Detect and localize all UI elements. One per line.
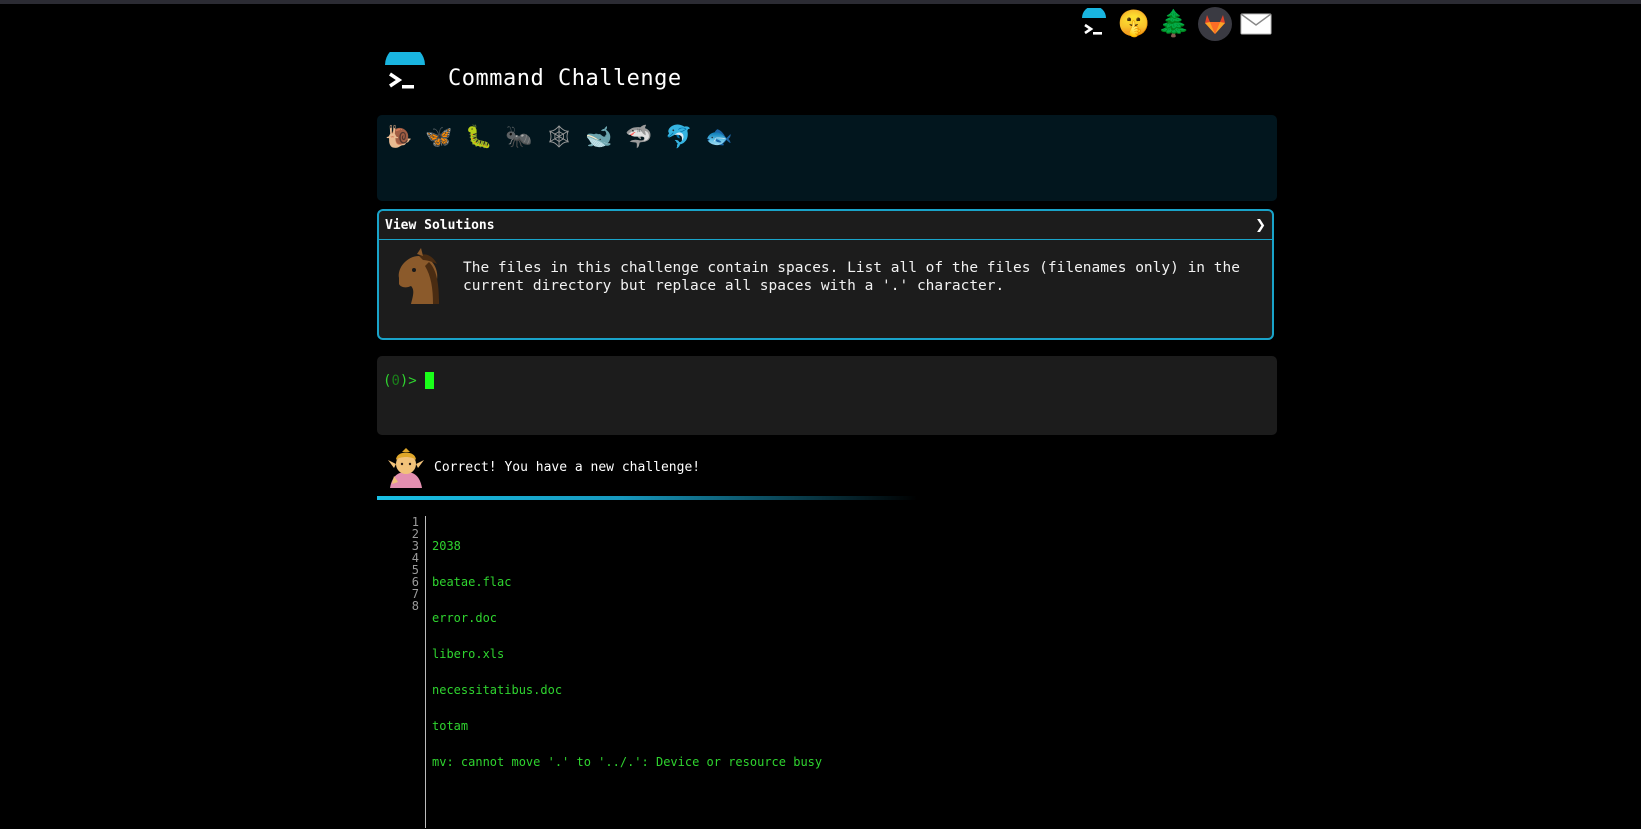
- feedback-message: Correct! You have a new challenge!: [434, 459, 701, 475]
- output-line: totam: [432, 719, 469, 733]
- gitlab-icon[interactable]: [1198, 7, 1232, 41]
- tree-icon[interactable]: 🌲: [1158, 6, 1190, 42]
- page-title: Command Challenge: [448, 66, 682, 91]
- view-solutions-toggle[interactable]: View Solutions ❯: [379, 211, 1272, 240]
- view-solutions-label: View Solutions: [385, 217, 495, 233]
- fish-icon[interactable]: 🐟: [703, 121, 735, 153]
- levels-panel: 🐌 🦋 🐛 🐜 🕸 🐋 🦈 🐬 🐟: [377, 115, 1277, 201]
- whale-icon[interactable]: 🐋: [583, 121, 615, 153]
- output-line: 2038: [432, 539, 461, 553]
- level-list: 🐌 🦋 🐛 🐜 🕸 🐋 🦈 🐬 🐟: [383, 121, 735, 153]
- divider: [377, 496, 917, 500]
- output-line: necessitatibus.doc: [432, 683, 563, 697]
- chevron-right-icon: ❯: [1255, 217, 1266, 233]
- output-line: mv: cannot move '.' to '../.': Device or…: [432, 755, 823, 769]
- line-number-gutter: 1 2 3 4 5 6 7 8: [405, 516, 426, 828]
- prompt-count: 0: [391, 372, 400, 389]
- caterpillar-icon[interactable]: 🐛: [463, 121, 495, 153]
- challenge-panel: View Solutions ❯ The files in this chall…: [377, 209, 1274, 340]
- dolphin-icon[interactable]: 🐬: [663, 121, 695, 153]
- terminal-logo-icon[interactable]: [1078, 6, 1110, 42]
- mail-icon[interactable]: [1240, 6, 1272, 42]
- prompt-open: (: [383, 372, 392, 389]
- output-line: libero.xls: [432, 647, 505, 661]
- command-output: 1 2 3 4 5 6 7 8 2038 beatae.flac error.d…: [405, 516, 822, 828]
- prompt-close: )>: [399, 372, 417, 389]
- output-line: error.doc: [432, 611, 498, 625]
- text-cursor: [424, 372, 434, 389]
- feedback-row: Correct! You have a new challenge!: [384, 446, 700, 488]
- butterfly-icon[interactable]: 🦋: [423, 121, 455, 153]
- ant-icon[interactable]: 🐜: [503, 121, 535, 153]
- shush-face-icon[interactable]: 🤫: [1118, 6, 1150, 42]
- snail-icon[interactable]: 🐌: [383, 121, 415, 153]
- terminal-input[interactable]: ( 0 )>: [377, 356, 1277, 435]
- web-icon[interactable]: 🕸: [543, 121, 575, 153]
- challenge-description: The files in this challenge contain spac…: [463, 260, 1240, 294]
- horse-icon: [389, 248, 447, 306]
- output-lines: 2038 beatae.flac error.doc libero.xls ne…: [426, 516, 822, 828]
- output-line: beatae.flac: [432, 575, 512, 589]
- line-number: 8: [411, 599, 419, 613]
- shark-icon[interactable]: 🦈: [623, 121, 655, 153]
- app-logo-icon: [382, 45, 428, 98]
- terminal-prompt: ( 0 )>: [383, 372, 434, 389]
- window-top-bar: [0, 0, 1641, 4]
- top-nav: 🤫 🌲: [1078, 6, 1272, 42]
- elf-icon: [384, 446, 428, 488]
